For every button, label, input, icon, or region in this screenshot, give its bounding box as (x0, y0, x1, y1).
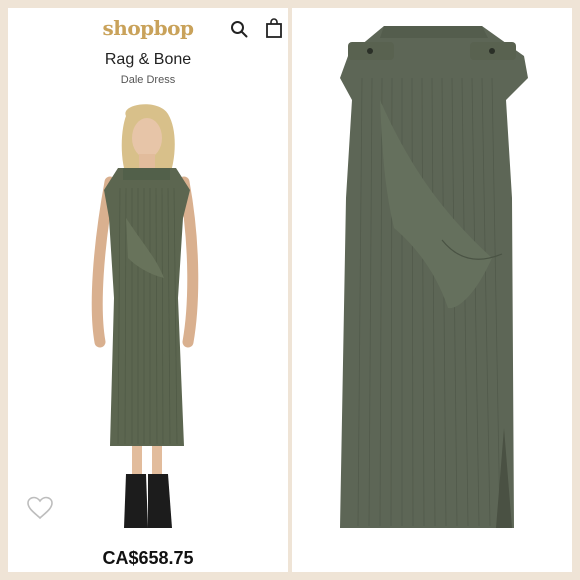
flat-lay-panel (292, 8, 572, 572)
shopping-bag-icon[interactable] (266, 18, 282, 38)
heart-icon[interactable] (26, 496, 54, 520)
product-name: Dale Dress (120, 74, 176, 86)
flat-lay-dress-image (292, 8, 572, 572)
search-icon[interactable] (230, 20, 248, 38)
collage-frame: shopbop Rag & Bone Dale Dress CA$658.75 (0, 0, 580, 580)
model-product-image (8, 98, 288, 538)
shopbop-product-screen: shopbop Rag & Bone Dale Dress CA$658.75 (8, 8, 288, 572)
designer-name: Rag & Bone (104, 51, 192, 68)
price: CA$658.75 (102, 548, 194, 568)
